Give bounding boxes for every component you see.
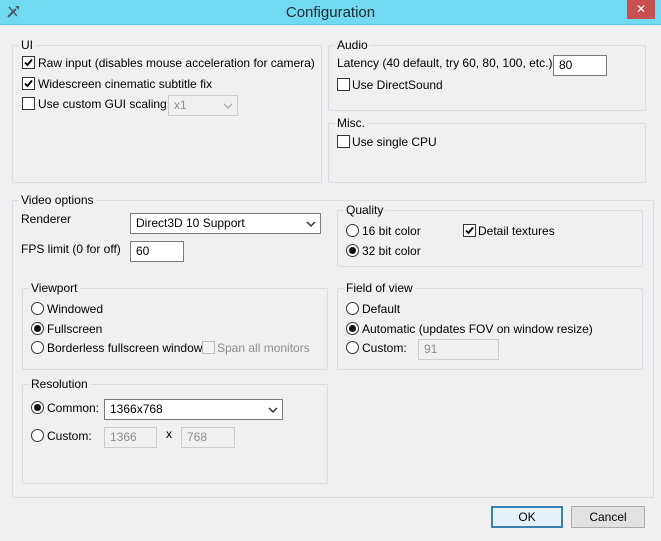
span-monitors-label: Span all monitors (217, 341, 310, 355)
misc-group: Misc. (328, 116, 646, 183)
latency-label: Latency (40 default, try 60, 80, 100, et… (337, 56, 553, 70)
ui-legend: UI (19, 38, 35, 52)
fullscreen-radio[interactable] (31, 322, 44, 335)
fov-automatic-radio[interactable] (346, 322, 359, 335)
quality-group: Quality (337, 203, 643, 267)
resolution-common-value: 1366x768 (110, 402, 163, 416)
window-title: Configuration (285, 4, 376, 21)
fps-input[interactable]: 60 (130, 241, 184, 262)
renderer-label: Renderer (21, 212, 72, 226)
latency-input[interactable]: 80 (553, 55, 607, 76)
renderer-select[interactable]: Direct3D 10 Support (130, 213, 321, 234)
widescreen-checkbox[interactable] (22, 77, 35, 90)
fov-default-radio[interactable] (346, 302, 359, 315)
checkmark-icon (24, 79, 33, 88)
gui-scale-select[interactable]: x1 (168, 95, 238, 116)
raw-input-checkbox[interactable] (22, 56, 35, 69)
16-bit-radio[interactable] (346, 224, 359, 237)
resolution-height-input[interactable]: 768 (181, 427, 235, 448)
close-button[interactable]: ✕ (627, 0, 655, 19)
title-bar[interactable]: Configuration ✕ (0, 0, 661, 25)
close-icon: ✕ (635, 2, 647, 16)
fov-custom-label: Custom: (362, 341, 407, 355)
windowed-radio[interactable] (31, 302, 44, 315)
widescreen-label: Widescreen cinematic subtitle fix (38, 77, 213, 91)
directsound-label: Use DirectSound (352, 78, 443, 92)
quality-legend: Quality (344, 203, 386, 217)
borderless-radio[interactable] (31, 341, 44, 354)
checkmark-icon (465, 226, 474, 235)
custom-gui-label: Use custom GUI scaling: (38, 97, 171, 111)
span-monitors-checkbox[interactable] (202, 341, 215, 354)
fov-automatic-label: Automatic (updates FOV on window resize) (362, 322, 593, 336)
dialog-body: UI Raw input (disables mouse acceleratio… (4, 25, 657, 537)
audio-legend: Audio (335, 38, 370, 52)
directsound-checkbox[interactable] (337, 78, 350, 91)
custom-gui-checkbox[interactable] (22, 97, 35, 110)
32-bit-label: 32 bit color (362, 244, 421, 258)
16-bit-label: 16 bit color (362, 224, 421, 238)
detail-textures-checkbox[interactable] (463, 224, 476, 237)
fov-legend: Field of view (344, 281, 415, 295)
raw-input-label: Raw input (disables mouse acceleration f… (38, 56, 315, 70)
chevron-down-icon (306, 221, 316, 228)
resolution-common-select[interactable]: 1366x768 (104, 399, 283, 420)
fov-default-label: Default (362, 302, 401, 316)
viewport-legend: Viewport (29, 281, 80, 295)
misc-legend: Misc. (335, 116, 367, 130)
32-bit-radio[interactable] (346, 244, 359, 257)
ok-button[interactable]: OK (491, 506, 563, 528)
gui-scale-value: x1 (174, 98, 187, 112)
resolution-custom-radio[interactable] (31, 429, 44, 442)
fov-custom-radio[interactable] (346, 341, 359, 354)
fps-label: FPS limit (0 for off) (21, 242, 121, 256)
fullscreen-label: Fullscreen (47, 322, 103, 336)
resolution-common-radio[interactable] (31, 401, 44, 414)
single-cpu-checkbox[interactable] (337, 135, 350, 148)
detail-textures-label: Detail textures (478, 224, 555, 238)
chevron-down-icon (223, 103, 233, 110)
fov-custom-input[interactable]: 91 (418, 339, 499, 360)
renderer-value: Direct3D 10 Support (136, 216, 245, 230)
checkmark-icon (24, 58, 33, 67)
chevron-down-icon (268, 407, 278, 414)
resolution-custom-label: Custom: (47, 429, 92, 443)
resolution-common-label: Common: (47, 401, 100, 415)
video-legend: Video options (19, 193, 96, 207)
resolution-width-input[interactable]: 1366 (104, 427, 157, 448)
cancel-button[interactable]: Cancel (571, 506, 645, 528)
resolution-legend: Resolution (29, 377, 90, 391)
resolution-separator: x (166, 427, 172, 441)
borderless-label: Borderless fullscreen window (47, 341, 203, 355)
windowed-label: Windowed (47, 302, 104, 316)
single-cpu-label: Use single CPU (352, 135, 437, 149)
